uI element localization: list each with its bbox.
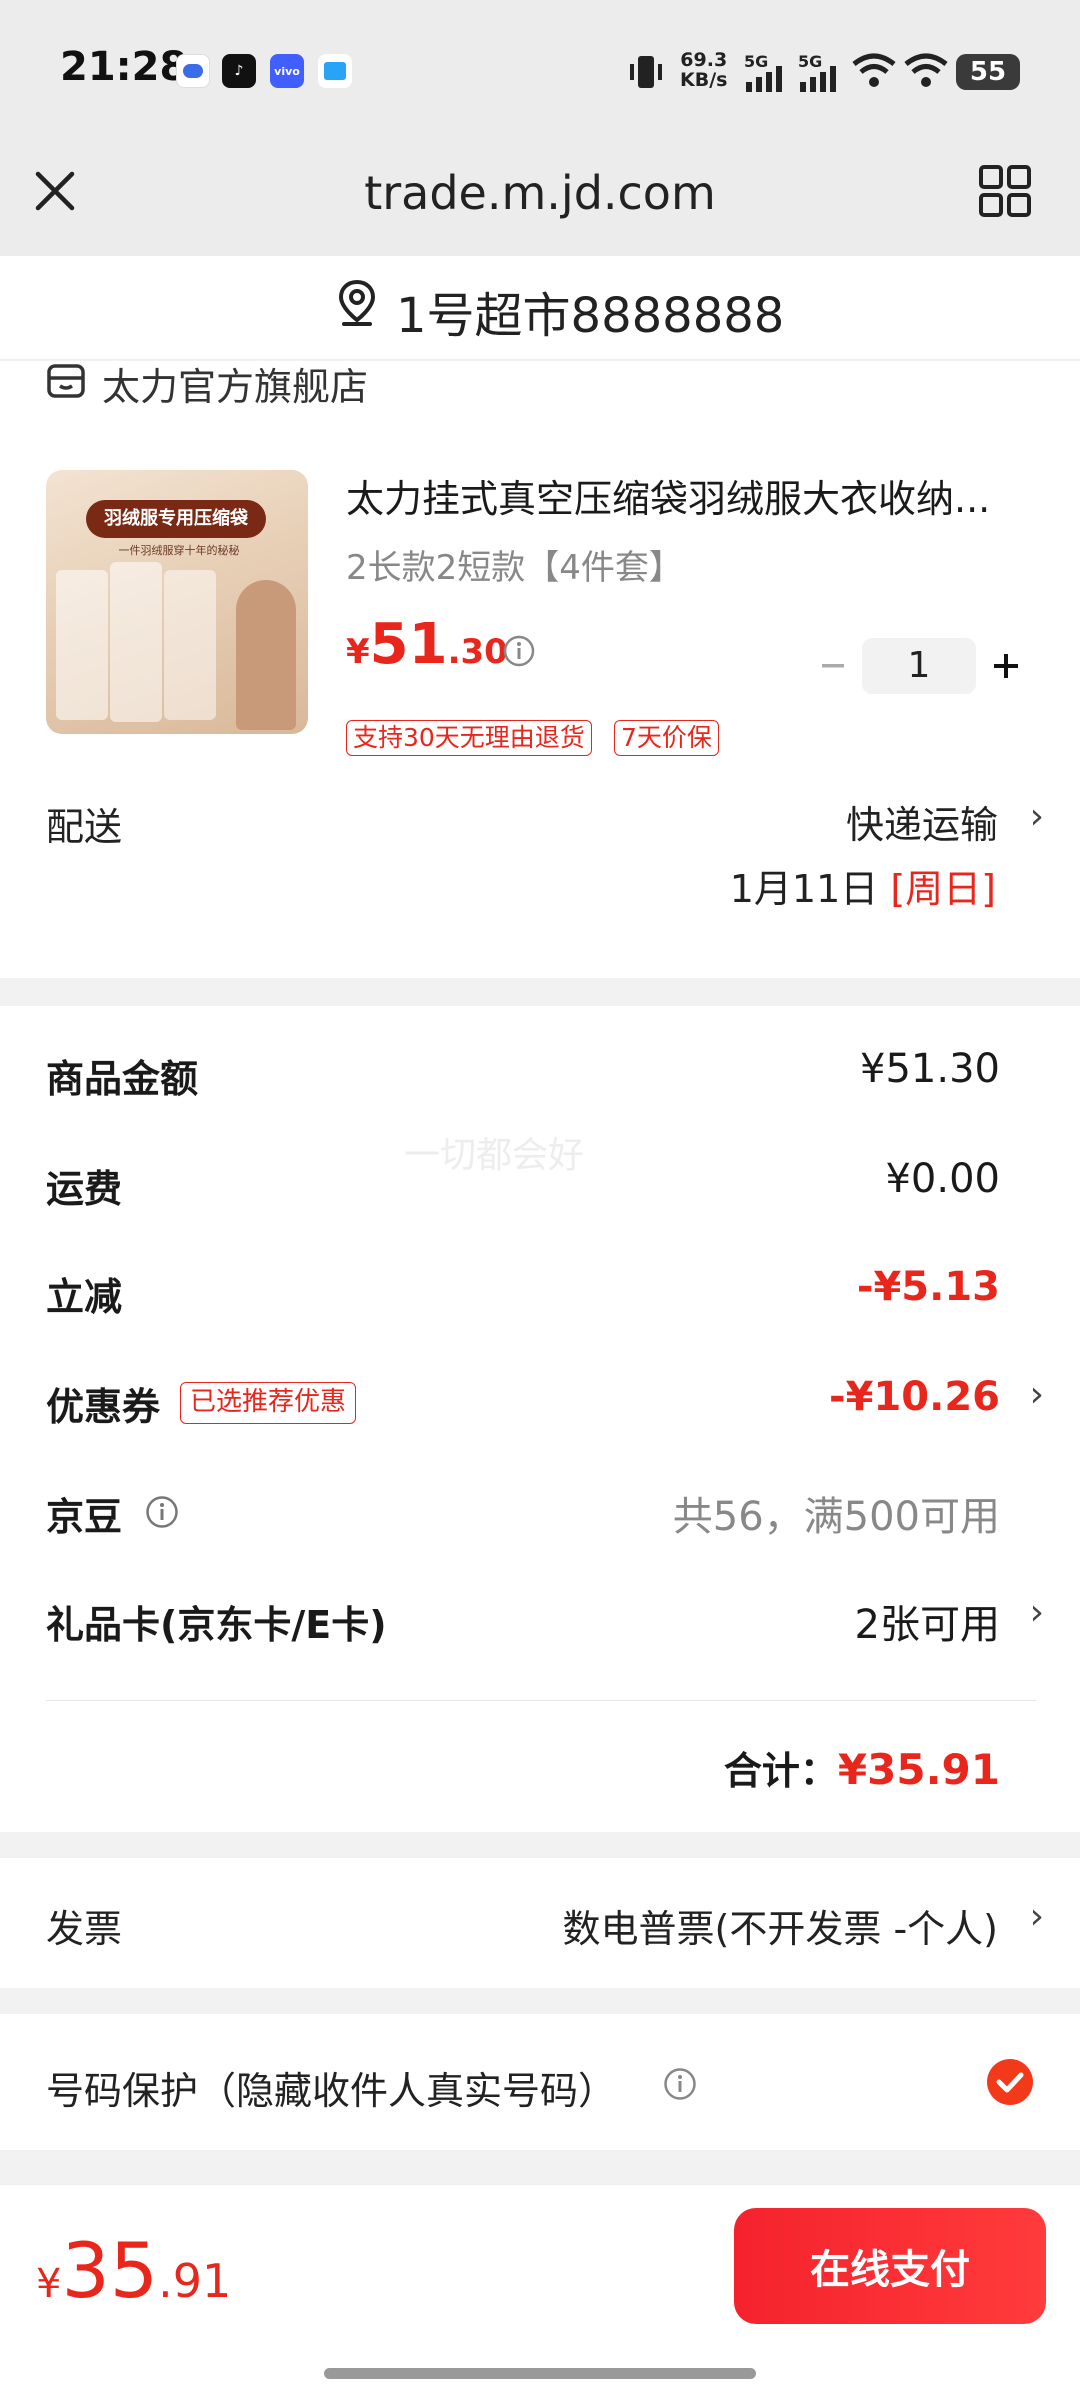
home-indicator[interactable]: [324, 2368, 756, 2379]
quantity-minus-icon[interactable]: [816, 654, 850, 678]
coupon-badge[interactable]: 已选推荐优惠: [180, 1382, 357, 1424]
wifi-icon-2: [904, 53, 948, 87]
store-icon: [47, 364, 85, 398]
app-icon-message: [176, 54, 210, 88]
invoice-label: 发票: [46, 1907, 123, 1951]
product-image[interactable]: 羽绒服专用压缩袋 一件羽绒服穿十年的秘秘: [46, 470, 308, 734]
product-price: ¥51.30: [346, 612, 508, 677]
summary-divider: [46, 1700, 1036, 1701]
grid-menu-icon[interactable]: [978, 164, 1032, 218]
gift-card-label[interactable]: 礼品卡(京东卡/E卡): [46, 1594, 387, 1649]
page-url: trade.m.jd.com: [364, 166, 716, 220]
battery-icon: 55: [956, 54, 1020, 90]
watermark: 一切都会好: [404, 1135, 585, 1176]
delivery-chevron-icon[interactable]: ›: [1030, 796, 1044, 837]
jd-beans-value: 共56，满500可用: [672, 1494, 1000, 1540]
privacy-label: 号码保护（隐藏收件人真实号码）: [46, 2069, 617, 2113]
jd-beans-label: 京豆: [46, 1495, 123, 1539]
privacy-info-icon[interactable]: [662, 2066, 698, 2102]
invoice-chevron-icon[interactable]: ›: [1030, 1896, 1044, 1937]
invoice-value[interactable]: 数电普票(不开发票 -个人): [563, 1898, 998, 1953]
coupon-chevron-icon[interactable]: ›: [1030, 1374, 1044, 1415]
pay-button-label: 在线支付: [810, 2247, 970, 2293]
wifi-icon-1: [852, 53, 896, 87]
discount-label: 立减: [46, 1275, 123, 1319]
delivery-label: 配送: [46, 805, 123, 849]
discount-value: -¥5.13: [856, 1264, 1000, 1310]
privacy-checkbox-checked-icon[interactable]: [986, 2058, 1034, 2106]
net-speed: 69.3 KB/s: [680, 49, 728, 91]
vibrate-icon: [630, 56, 662, 88]
product-image-sub: 一件羽绒服穿十年的秘秘: [118, 544, 240, 557]
tiktok-icon: ♪: [222, 54, 256, 88]
vivo-icon: vivo: [270, 54, 304, 88]
gift-card-value[interactable]: 2张可用: [855, 1592, 1000, 1650]
product-image-banner: 羽绒服专用压缩袋: [86, 500, 266, 538]
address-text: 1号超市8888888: [396, 288, 785, 344]
product-title[interactable]: 太力挂式真空压缩袋羽绒服大衣收纳...: [346, 468, 1026, 523]
signal-icon-2: [800, 66, 836, 92]
pay-online-button[interactable]: 在线支付: [734, 2208, 1046, 2324]
store-name[interactable]: 太力官方旗舰店: [102, 356, 368, 411]
return-policy-tag: 支持30天无理由退货: [346, 720, 592, 756]
quantity-input[interactable]: 1: [862, 638, 976, 694]
signal-icon-1: [746, 66, 782, 92]
beans-info-icon[interactable]: [144, 1494, 180, 1530]
location-pin-icon: [338, 279, 376, 326]
footer-total: ¥35.91: [36, 2226, 232, 2315]
product-spec[interactable]: 2长款2短款【4件套】: [346, 540, 683, 589]
goods-amount-value: ¥51.30: [860, 1046, 1000, 1092]
price-protect-tag: 7天价保: [614, 720, 719, 756]
app-icon-blue: [318, 54, 352, 88]
shipping-value: ¥0.00: [885, 1156, 1000, 1202]
shipping-label: 运费: [46, 1167, 123, 1211]
delivery-method[interactable]: 快递运输: [846, 794, 998, 849]
total-row: 合计：¥35.91: [723, 1745, 1000, 1794]
coupon-value[interactable]: -¥10.26: [829, 1374, 1000, 1420]
delivery-date[interactable]: 1月11日 [周日]: [730, 858, 996, 913]
goods-amount-label: 商品金额: [46, 1057, 199, 1101]
quantity-plus-icon[interactable]: [988, 648, 1024, 684]
gift-card-chevron-icon[interactable]: ›: [1030, 1592, 1044, 1633]
status-time: 21:28: [60, 44, 188, 90]
price-info-icon[interactable]: [502, 634, 536, 668]
coupon-label[interactable]: 优惠券: [46, 1376, 160, 1431]
